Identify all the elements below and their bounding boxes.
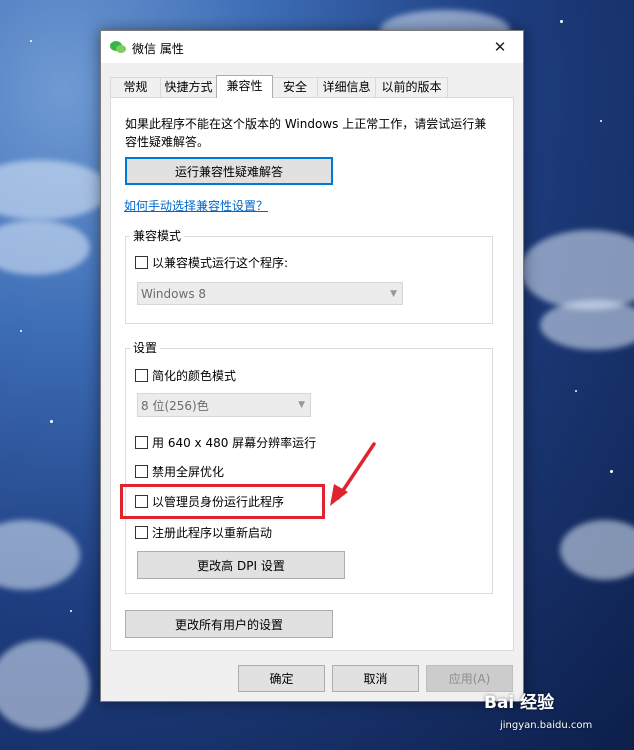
resolution-checkbox[interactable]: 用 640 x 480 屏幕分辨率运行 (135, 434, 316, 451)
settings-group: 设置 简化的颜色模式 8 位(256)色 ▼ 用 640 x 480 屏幕分辨率… (125, 341, 493, 594)
change-all-users-button[interactable]: 更改所有用户的设置 (125, 610, 333, 638)
tab-shortcut[interactable]: 快捷方式 (160, 77, 217, 97)
tab-general[interactable]: 常规 (110, 77, 161, 97)
window-title: 微信 属性 (132, 42, 184, 56)
color-mode-select-value: 8 位(256)色 (141, 398, 209, 413)
checkbox-box[interactable] (135, 436, 148, 449)
reduced-color-checkbox[interactable]: 简化的颜色模式 (135, 367, 236, 384)
cancel-button[interactable]: 取消 (332, 665, 419, 692)
checkbox-box[interactable] (135, 526, 148, 539)
fullscreen-optimization-label: 禁用全屏优化 (152, 465, 225, 479)
tab-compatibility[interactable]: 兼容性 (216, 75, 273, 98)
checkbox-box[interactable] (135, 465, 148, 478)
run-troubleshooter-button[interactable]: 运行兼容性疑难解答 (125, 157, 333, 185)
compat-mode-group: 兼容模式 以兼容模式运行这个程序: Windows 8 ▼ (125, 229, 493, 324)
close-icon: ✕ (493, 38, 507, 56)
compatibility-panel: 如果此程序不能在这个版本的 Windows 上正常工作，请尝试运行兼容性疑难解答… (110, 97, 514, 651)
reduced-color-label: 简化的颜色模式 (152, 369, 237, 383)
tab-details[interactable]: 详细信息 (317, 77, 376, 97)
wechat-icon (110, 41, 126, 53)
manual-settings-link[interactable]: 如何手动选择兼容性设置？ (124, 197, 268, 214)
watermark-logo: Bai 经验 (484, 693, 555, 713)
intro-text: 如果此程序不能在这个版本的 Windows 上正常工作，请尝试运行兼容性疑难解答… (125, 117, 487, 149)
compat-mode-checkbox[interactable]: 以兼容模式运行这个程序: (135, 254, 288, 271)
change-dpi-button[interactable]: 更改高 DPI 设置 (137, 551, 345, 579)
resolution-label: 用 640 x 480 屏幕分辨率运行 (152, 436, 317, 450)
ok-button[interactable]: 确定 (238, 665, 325, 692)
tab-previous-versions[interactable]: 以前的版本 (375, 77, 448, 97)
checkbox-box[interactable] (135, 369, 148, 382)
register-restart-label: 注册此程序以重新启动 (152, 526, 273, 540)
compat-mode-group-label: 兼容模式 (130, 229, 185, 243)
red-highlight-box (120, 484, 325, 519)
tab-security[interactable]: 安全 (272, 77, 318, 97)
close-button[interactable]: ✕ (477, 31, 523, 63)
os-version-select[interactable]: Windows 8 ▼ (137, 282, 403, 305)
checkbox-box[interactable] (135, 256, 148, 269)
os-version-select-value: Windows 8 (141, 286, 207, 301)
color-mode-select[interactable]: 8 位(256)色 ▼ (137, 393, 311, 417)
watermark-url: jingyan.baidu.com (500, 720, 593, 731)
compat-mode-checkbox-label: 以兼容模式运行这个程序: (152, 256, 289, 270)
chevron-down-icon: ▼ (298, 400, 305, 410)
register-restart-checkbox[interactable]: 注册此程序以重新启动 (135, 524, 272, 541)
fullscreen-optimization-checkbox[interactable]: 禁用全屏优化 (135, 463, 224, 480)
properties-dialog: 微信 属性 ✕ 常规 快捷方式 兼容性 安全 详细信息 以前的版本 如果此程序不… (100, 30, 524, 702)
chevron-down-icon: ▼ (390, 289, 397, 299)
red-arrow-icon (330, 442, 376, 506)
settings-group-label: 设置 (130, 341, 161, 355)
title-bar: 微信 属性 ✕ (101, 31, 523, 63)
